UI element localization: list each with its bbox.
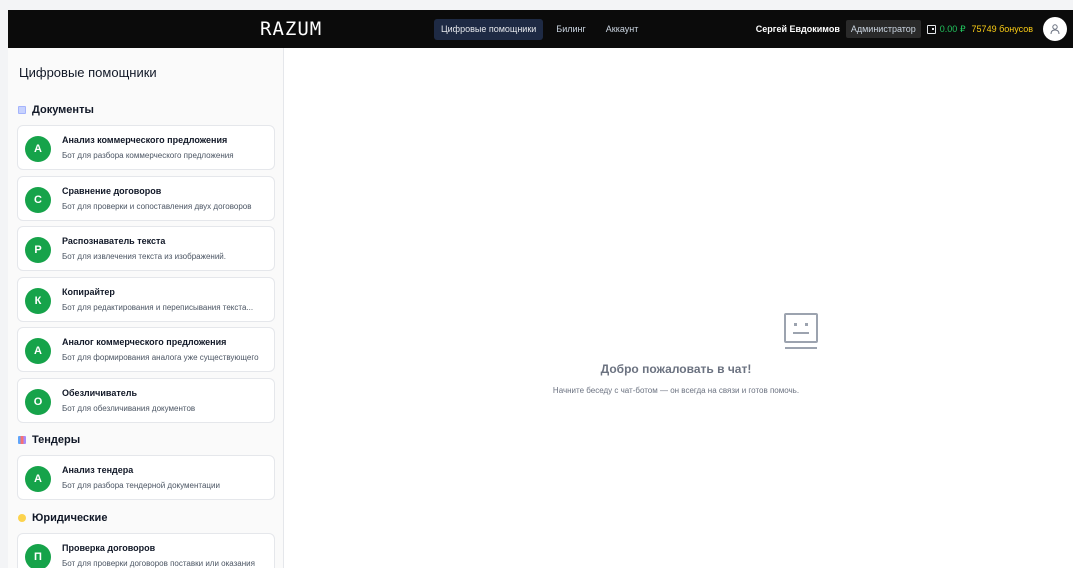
bot-title: Обезличиватель [62, 388, 138, 398]
bot-card-text-recognizer[interactable]: Р Распознаватель текста Бот для извлечен… [17, 226, 275, 271]
bot-card-copywriter[interactable]: К Копирайтер Бот для редактирования и пе… [17, 277, 275, 322]
bot-title: Копирайтер [62, 287, 115, 297]
logo[interactable]: RAZUM [260, 19, 322, 39]
bot-card-contract-check[interactable]: П Проверка договоров Бот для проверки до… [17, 533, 275, 568]
welcome-subtitle: Начните беседу с чат-ботом — он всегда н… [552, 386, 800, 395]
bot-avatar: А [25, 466, 51, 492]
bot-avatar: А [25, 338, 51, 364]
bot-avatar: С [25, 187, 51, 213]
section-tenders: Тендеры [18, 434, 80, 446]
bot-description: Бот для разбора тендерной документации [62, 481, 220, 490]
bot-description: Бот для обезличивания документов [62, 404, 196, 413]
bot-title: Анализ коммерческого предложения [62, 135, 228, 145]
bot-card-anonymizer[interactable]: О Обезличиватель Бот для обезличивания д… [17, 378, 275, 423]
role-badge: Администратор [845, 20, 921, 38]
nav-billing[interactable]: Билинг [549, 19, 592, 40]
bot-avatar: К [25, 288, 51, 314]
bot-description: Бот для разбора коммерческого предложени… [62, 151, 234, 160]
bot-avatar: П [25, 544, 51, 568]
bot-description: Бот для проверки договоров поставки или … [62, 559, 255, 568]
bot-title: Сравнение договоров [62, 186, 162, 196]
nav-account[interactable]: Аккаунт [599, 19, 646, 40]
user-avatar-button[interactable] [1043, 17, 1067, 41]
sidebar: Цифровые помощники Документы А Анализ ко… [8, 48, 284, 568]
bot-card-commercial-offer-analog[interactable]: А Аналог коммерческого предложения Бот д… [17, 327, 275, 372]
robot-face-icon [784, 313, 818, 349]
bot-title: Распознаватель текста [62, 236, 166, 246]
section-label: Документы [32, 104, 94, 116]
nav-digital-assistants[interactable]: Цифровые помощники [434, 19, 544, 40]
bot-title: Анализ тендера [62, 465, 134, 475]
section-label: Тендеры [32, 434, 81, 446]
chat-area: Добро пожаловать в чат! Начните беседу с… [284, 48, 1073, 568]
user-area: Сергей Евдокимов Администратор 0.00 ₽ 75… [756, 16, 1067, 42]
bot-title: Проверка договоров [62, 543, 156, 553]
bot-avatar: Р [25, 237, 51, 263]
bot-card-tender-analysis[interactable]: А Анализ тендера Бот для разбора тендерн… [17, 455, 275, 500]
wallet: 0.00 ₽ [926, 23, 966, 35]
sidebar-title: Цифровые помощники [19, 65, 157, 80]
bar-chart-icon [18, 436, 26, 444]
bot-description: Бот для проверки и сопоставления двух до… [62, 202, 252, 211]
section-legal: Юридические [18, 512, 107, 524]
bot-description: Бот для извлечения текста из изображений… [62, 252, 226, 261]
app-window: RAZUM Цифровые помощники Билинг Аккаунт … [8, 10, 1073, 568]
section-label: Юридические [32, 512, 108, 524]
bot-title: Аналог коммерческого предложения [62, 337, 227, 347]
bot-description: Бот для редактирования и переписывания т… [62, 303, 254, 312]
main-nav: Цифровые помощники Билинг Аккаунт [434, 19, 645, 40]
wallet-icon [926, 24, 936, 34]
bot-avatar: О [25, 389, 51, 415]
bot-card-commercial-offer-analysis[interactable]: А Анализ коммерческого предложения Бот д… [17, 125, 275, 170]
document-icon [18, 106, 26, 114]
bot-card-contract-comparison[interactable]: С Сравнение договоров Бот для проверки и… [17, 176, 275, 221]
bot-description: Бот для формирования аналога уже существ… [62, 353, 259, 362]
user-name: Сергей Евдокимов [755, 24, 840, 34]
bonus-value: 75749 бонусов [971, 24, 1033, 34]
balance-value: 0.00 ₽ [939, 23, 966, 34]
top-navbar: RAZUM Цифровые помощники Билинг Аккаунт … [8, 10, 1073, 48]
user-icon [1050, 24, 1060, 35]
section-documents: Документы [18, 104, 94, 116]
welcome-title: Добро пожаловать в чат! [600, 362, 752, 376]
bot-avatar: А [25, 136, 51, 162]
scales-icon [18, 514, 26, 522]
